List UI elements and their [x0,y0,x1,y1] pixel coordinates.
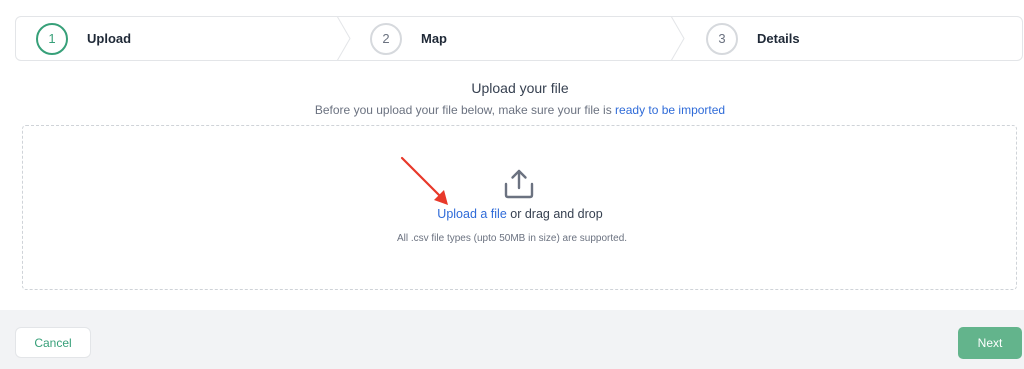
file-type-hint: All .csv file types (upto 50MB in size) … [396,233,628,244]
step-map[interactable]: 2 Map [370,17,447,60]
upload-instruction: Upload a file or drag and drop [0,207,1024,221]
step-number: 2 [370,22,402,55]
step-separator-icon [670,16,685,61]
footer-bar: Cancel Next [0,310,1024,369]
step-separator-icon [336,16,351,61]
upload-file-link[interactable]: Upload a file [437,207,507,221]
subtitle-text: Before you upload your file below, make … [314,103,616,117]
annotation-arrow-icon [400,156,448,205]
cancel-button[interactable]: Cancel [15,327,91,358]
upload-icon [504,169,534,199]
step-label: Details [757,31,800,46]
step-number: 1 [36,22,68,55]
step-number: 3 [706,22,738,55]
upload-subtitle: Before you upload your file below, make … [0,103,1024,117]
step-details[interactable]: 3 Details [706,17,800,60]
step-label: Upload [87,31,132,46]
drag-drop-text: or drag and drop [506,207,603,221]
upload-title: Upload your file [471,80,569,96]
step-label: Map [421,31,447,46]
next-button[interactable]: Next [958,327,1022,359]
ready-to-import-link[interactable]: ready to be imported [615,103,725,117]
step-upload[interactable]: 1 Upload [36,17,131,60]
import-stepper: 1 Upload 2 Map 3 Details [15,16,1023,61]
